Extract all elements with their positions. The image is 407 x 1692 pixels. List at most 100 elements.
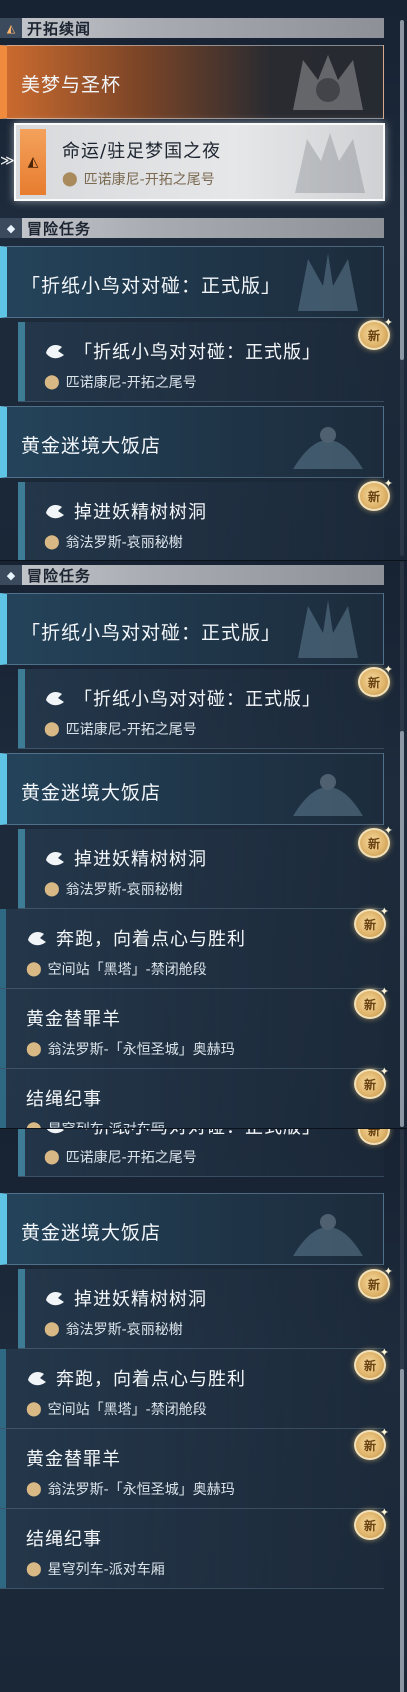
quest-title: 「折纸小鸟对对碰：正式版」 bbox=[74, 342, 321, 363]
quest-title-row: 掉进妖精树树洞 bbox=[44, 498, 207, 524]
new-badge-label: 新 bbox=[363, 1077, 376, 1092]
adventure-quest-icon bbox=[28, 932, 46, 946]
quest-title: 黄金替罪羊 bbox=[26, 1449, 121, 1470]
quest-card[interactable]: 掉进妖精树树洞 ⬤ 翁法罗斯-哀丽秘榭 bbox=[18, 1269, 384, 1349]
quest-title-row: 掉进妖精树树洞 bbox=[44, 1285, 207, 1311]
location-pin-icon: ⬤ bbox=[26, 1041, 42, 1057]
quest-title: 结绳纪事 bbox=[26, 1529, 102, 1550]
location-text: 空间站「黑塔」-禁闭舱段 bbox=[47, 962, 207, 978]
quest-card[interactable]: 黄金替罪羊 ⬤ 翁法罗斯-「永恒圣城」奥赫玛 bbox=[0, 1429, 384, 1509]
quest-location: ⬤ 翁法罗斯-哀丽秘榭 bbox=[44, 532, 183, 552]
scrollbar[interactable] bbox=[400, 561, 404, 1127]
adventure-icon: ◆ bbox=[0, 565, 22, 585]
quest-card[interactable]: 结绳纪事 ⬤ 星穹列车-派对车厢 bbox=[0, 1069, 384, 1128]
new-badge-label: 新 bbox=[363, 1358, 376, 1373]
scroll-thumb[interactable] bbox=[400, 20, 404, 360]
faction-emblem-icon bbox=[298, 600, 358, 658]
category-hotel[interactable]: 黄金迷境大饭店 bbox=[0, 406, 384, 478]
adventure-quest-icon bbox=[46, 345, 64, 359]
quest-location: ⬤ 空间站「黑塔」-禁闭舱段 bbox=[26, 959, 207, 979]
quest-title: 黄金替罪羊 bbox=[26, 1009, 121, 1030]
location-pin-icon: ⬤ bbox=[44, 721, 60, 737]
quest-card[interactable]: 「折纸小鸟对对碰：正式版」 ⬤ 匹诺康尼-开拓之尾号 bbox=[18, 669, 384, 749]
new-badge: 新 bbox=[358, 316, 393, 350]
location-text: 空间站「黑塔」-禁闭舱段 bbox=[47, 1402, 207, 1418]
quest-card[interactable]: 掉进妖精树树洞 ⬤ 翁法罗斯-哀丽秘榭 bbox=[18, 482, 384, 560]
section-title: 开拓续闻 bbox=[27, 19, 92, 38]
adventure-quest-icon bbox=[46, 1292, 64, 1306]
adventure-quest-icon bbox=[46, 692, 64, 706]
quest-location: ⬤ 空间站「黑塔」-禁闭舱段 bbox=[26, 1399, 207, 1419]
quest-location: ⬤ 匹诺康尼-开拓之尾号 bbox=[44, 372, 197, 392]
quest-title: 奔跑，向着点心与胜利 bbox=[56, 929, 246, 950]
location-text: 翁法罗斯-哀丽秘榭 bbox=[65, 1322, 183, 1338]
quest-card[interactable]: 奔跑，向着点心与胜利 ⬤ 空间站「黑塔」-禁闭舱段 bbox=[0, 1349, 384, 1429]
quest-location: ⬤ 翁法罗斯-哀丽秘榭 bbox=[44, 879, 183, 899]
quest-title: 掉进妖精树树洞 bbox=[74, 502, 207, 523]
new-badge-label: 新 bbox=[363, 917, 376, 932]
scroll-thumb[interactable] bbox=[400, 1369, 404, 1692]
quest-card[interactable]: 黄金替罪羊 ⬤ 翁法罗斯-「永恒圣城」奥赫玛 bbox=[0, 989, 384, 1069]
scrollbar[interactable] bbox=[400, 1129, 404, 1692]
scrollbar[interactable] bbox=[400, 20, 404, 556]
location-text: 翁法罗斯-哀丽秘榭 bbox=[65, 535, 183, 551]
category-hotel[interactable]: 黄金迷境大饭店 bbox=[0, 1193, 384, 1265]
quest-location: ⬤ 翁法罗斯-「永恒圣城」奥赫玛 bbox=[26, 1479, 235, 1499]
location-text: 匹诺康尼-开拓之尾号 bbox=[65, 1150, 197, 1166]
new-badge-label: 新 bbox=[367, 1277, 380, 1292]
category-title: 「折纸小鸟对对碰：正式版」 bbox=[21, 275, 282, 297]
scroll-thumb[interactable] bbox=[400, 731, 404, 1127]
adventure-quest-icon bbox=[28, 1372, 46, 1386]
location-pin-icon: ⬤ bbox=[26, 1481, 42, 1497]
quest-title: 掉进妖精树树洞 bbox=[74, 1289, 207, 1310]
quest-location: ⬤ 匹诺康尼-开拓之尾号 bbox=[62, 169, 215, 189]
quest-card[interactable]: 奔跑，向着点心与胜利 ⬤ 空间站「黑塔」-禁闭舱段 bbox=[0, 909, 384, 989]
quest-title: 「折纸小鸟对对碰：正式版」 bbox=[74, 689, 321, 710]
new-badge-label: 新 bbox=[363, 997, 376, 1012]
new-badge: 新 bbox=[354, 1506, 389, 1540]
trailblaze-quest-icon: ◭ bbox=[20, 129, 46, 195]
category-origami[interactable]: 「折纸小鸟对对碰：正式版」 bbox=[0, 246, 384, 318]
quest-title: 「折纸小鸟对对碰：正式版」 bbox=[74, 1129, 321, 1139]
category-hotel[interactable]: 黄金迷境大饭店 bbox=[0, 753, 384, 825]
location-pin-icon: ⬤ bbox=[44, 534, 60, 550]
adventure-quest-icon bbox=[46, 1129, 64, 1134]
quest-card[interactable]: 「折纸小鸟对对碰：正式版」 ⬤ 匹诺康尼-开拓之尾号 bbox=[18, 322, 384, 402]
location-pin-icon: ⬤ bbox=[26, 961, 42, 977]
quest-title-row: 奔跑，向着点心与胜利 bbox=[26, 1365, 246, 1391]
quest-title-row: 「折纸小鸟对对碰：正式版」 bbox=[44, 338, 321, 364]
new-badge: 新 bbox=[354, 1065, 389, 1099]
quest-log-screen: ◭ 开拓续闻 美梦与圣杯 ≫ ◭ 命运/驻足梦国之夜 ⬤ 匹诺康尼-开拓之尾号 … bbox=[0, 0, 407, 1692]
category-dreams[interactable]: 美梦与圣杯 bbox=[0, 45, 384, 119]
new-badge: 新 bbox=[354, 1346, 389, 1380]
quest-title: 命运/驻足梦国之夜 bbox=[62, 141, 222, 162]
location-pin-icon: ⬤ bbox=[44, 1149, 60, 1165]
location-pin-icon: ⬤ bbox=[26, 1121, 42, 1128]
faction-emblem-icon bbox=[293, 1214, 363, 1256]
section-title: 冒险任务 bbox=[27, 566, 92, 585]
quest-card-selected[interactable]: ◭ 命运/驻足梦国之夜 ⬤ 匹诺康尼-开拓之尾号 bbox=[14, 123, 385, 201]
quest-card[interactable]: 结绳纪事 ⬤ 星穹列车-派对车厢 bbox=[0, 1509, 384, 1589]
quest-list-panel-1: ◭ 开拓续闻 美梦与圣杯 ≫ ◭ 命运/驻足梦国之夜 ⬤ 匹诺康尼-开拓之尾号 … bbox=[0, 0, 407, 560]
quest-title: 奔跑，向着点心与胜利 bbox=[56, 1369, 246, 1390]
location-text: 翁法罗斯-「永恒圣城」奥赫玛 bbox=[47, 1042, 235, 1058]
quest-title-row: 掉进妖精树树洞 bbox=[44, 845, 207, 871]
category-title: 黄金迷境大饭店 bbox=[21, 435, 162, 457]
section-title: 冒险任务 bbox=[27, 219, 92, 238]
section-header-adventure: ◆ 冒险任务 bbox=[0, 565, 384, 585]
location-text: 星穹列车-派对车厢 bbox=[47, 1562, 165, 1578]
location-text: 翁法罗斯-「永恒圣城」奥赫玛 bbox=[47, 1482, 235, 1498]
new-badge-label: 新 bbox=[363, 1438, 376, 1453]
new-badge: 新 bbox=[358, 824, 393, 858]
section-header-adventure: ◆ 冒险任务 bbox=[0, 218, 384, 238]
category-origami[interactable]: 「折纸小鸟对对碰：正式版」 bbox=[0, 593, 384, 665]
new-badge-label: 新 bbox=[367, 489, 380, 504]
quest-list-panel-2: ◆ 冒险任务 「折纸小鸟对对碰：正式版」 「折纸小鸟对对碰：正式版」 ⬤ 匹诺康… bbox=[0, 560, 407, 1128]
faction-emblem-icon bbox=[295, 133, 365, 193]
category-title: 黄金迷境大饭店 bbox=[21, 1222, 162, 1244]
quest-card[interactable]: 掉进妖精树树洞 ⬤ 翁法罗斯-哀丽秘榭 bbox=[18, 829, 384, 909]
new-badge-label: 新 bbox=[367, 328, 380, 343]
quest-location: ⬤ 翁法罗斯-哀丽秘榭 bbox=[44, 1319, 183, 1339]
location-pin-icon: ⬤ bbox=[44, 881, 60, 897]
quest-card[interactable]: 「折纸小鸟对对碰：正式版」 ⬤ 匹诺康尼-开拓之尾号 bbox=[18, 1129, 384, 1177]
